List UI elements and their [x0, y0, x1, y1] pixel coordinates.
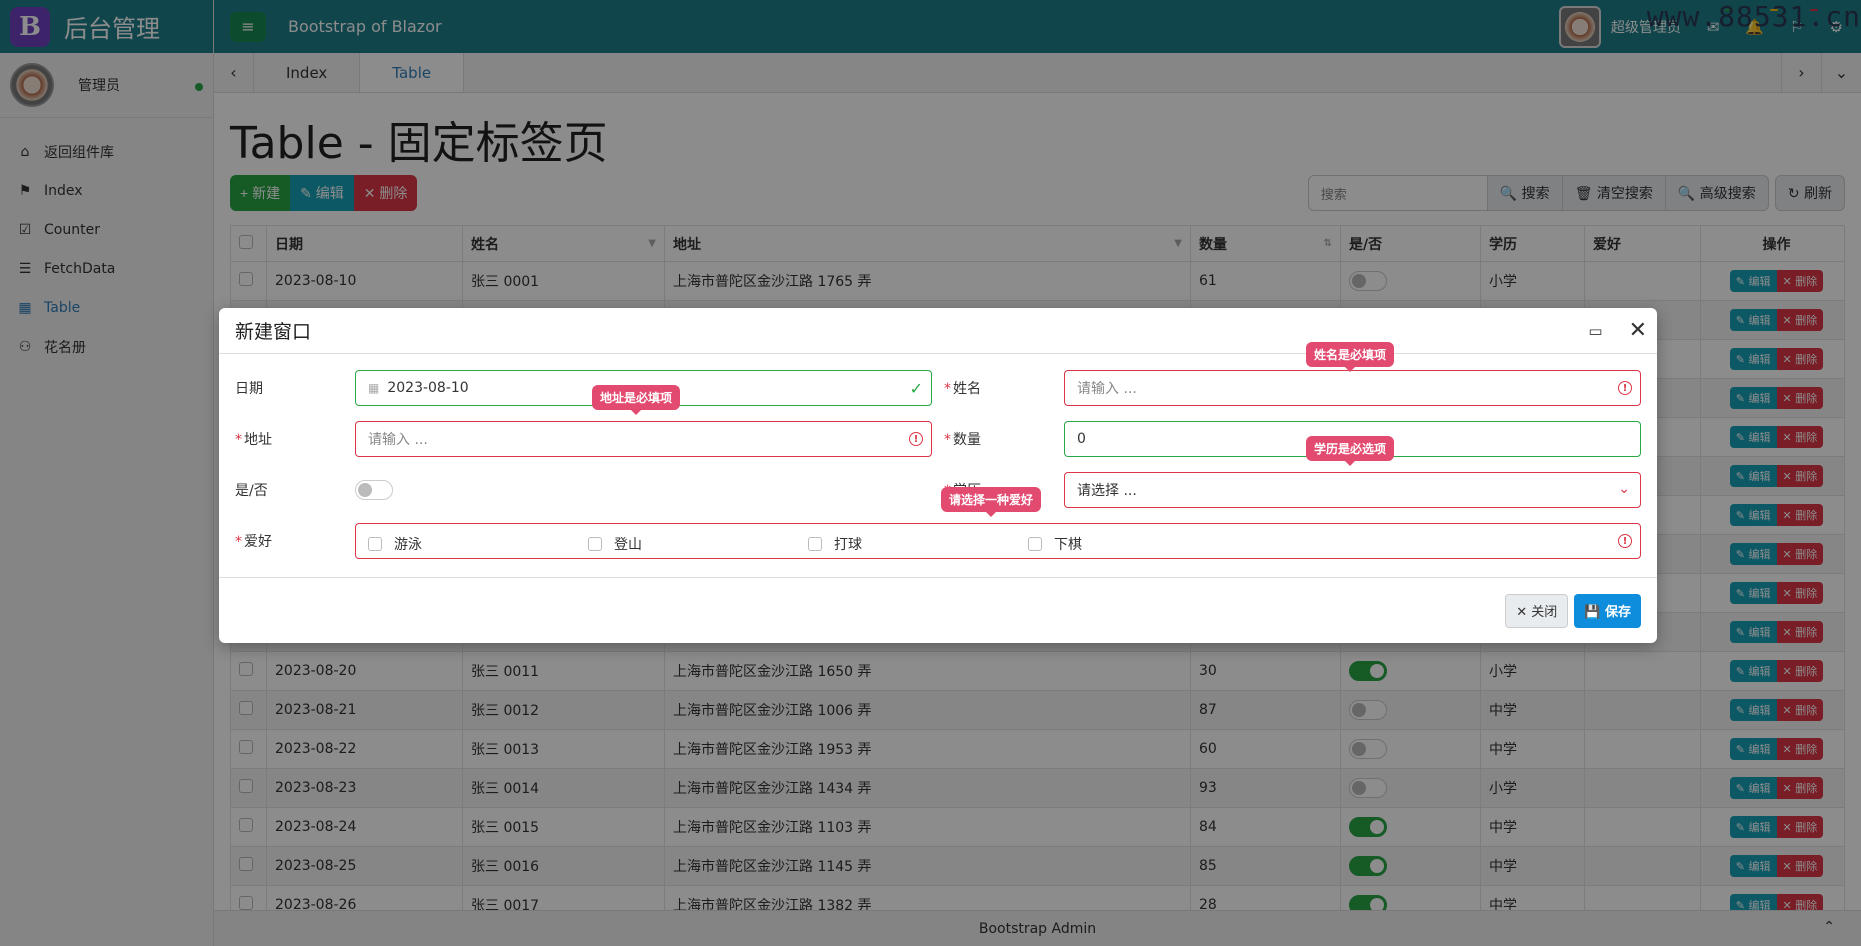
education-placeholder: 请选择 ...: [1077, 483, 1137, 499]
date-label: 日期: [235, 381, 263, 397]
address-row: * 地址 请输入 ... !: [235, 421, 947, 457]
hobby-row: * 爱好 游泳 登山 打球 下棋 !: [235, 523, 1641, 559]
date-row: 日期 ▦ 2023-08-10 ✓: [235, 370, 947, 406]
maximize-icon[interactable]: ▭: [1588, 322, 1602, 340]
calendar-icon: ▦: [368, 381, 380, 395]
hobby-ball[interactable]: 打球: [808, 534, 862, 554]
education-error-tooltip: 学历是必选项: [1306, 436, 1395, 466]
error-icon: !: [909, 432, 923, 446]
close-button[interactable]: ✕ 关闭: [1505, 593, 1569, 628]
name-label: * 姓名: [944, 381, 981, 397]
name-row: * 姓名 请输入 ... !: [944, 370, 1641, 406]
hobby-label: * 爱好: [235, 534, 272, 550]
hobby-chess[interactable]: 下棋: [1028, 534, 1082, 554]
name-error-tooltip: 姓名是必填项: [1306, 342, 1395, 372]
new-item-modal: 新建窗口 ▭ ✕ 日期 ▦ 2023-08-10 ✓ * 姓名 请输入 ... !…: [219, 308, 1657, 643]
modal-header: 新建窗口 ▭ ✕: [219, 308, 1657, 354]
hobby-checkbox-group: 游泳 登山 打球 下棋 !: [355, 523, 1641, 559]
hobby-climb[interactable]: 登山: [588, 534, 642, 554]
hobby-error-tooltip: 请选择一种爱好: [941, 487, 1042, 517]
name-input[interactable]: 请输入 ... !: [1064, 370, 1641, 406]
quantity-row: * 数量 0: [944, 421, 1641, 457]
check-icon: ✓: [909, 379, 923, 398]
quantity-label: * 数量: [944, 432, 981, 448]
bool-row: 是/否: [235, 472, 947, 508]
modal-body: 日期 ▦ 2023-08-10 ✓ * 姓名 请输入 ... ! * 地址 请输入 …: [219, 342, 1657, 582]
bool-label: 是/否: [235, 483, 268, 499]
hobby-swim[interactable]: 游泳: [368, 534, 422, 554]
bool-toggle[interactable]: [355, 480, 393, 500]
close-icon[interactable]: ✕: [1629, 318, 1647, 343]
chevron-down-icon: ⌄: [1618, 481, 1630, 497]
address-error-tooltip: 地址是必填项: [592, 385, 681, 415]
error-icon: !: [1618, 381, 1632, 395]
address-placeholder: 请输入 ...: [368, 432, 428, 448]
save-button[interactable]: 💾 保存: [1574, 593, 1641, 628]
quantity-value: 0: [1077, 431, 1086, 447]
address-input[interactable]: 请输入 ... !: [355, 421, 932, 457]
modal-footer: ✕ 关闭 💾 保存: [219, 577, 1657, 643]
education-row: *学历 请选择 ... ⌄: [944, 472, 1641, 508]
modal-title: 新建窗口: [235, 321, 312, 343]
name-placeholder: 请输入 ...: [1077, 381, 1137, 397]
error-icon: !: [1618, 534, 1632, 548]
date-value: 2023-08-10: [387, 380, 469, 396]
address-label: * 地址: [235, 432, 272, 448]
education-select[interactable]: 请选择 ... ⌄: [1064, 472, 1641, 508]
